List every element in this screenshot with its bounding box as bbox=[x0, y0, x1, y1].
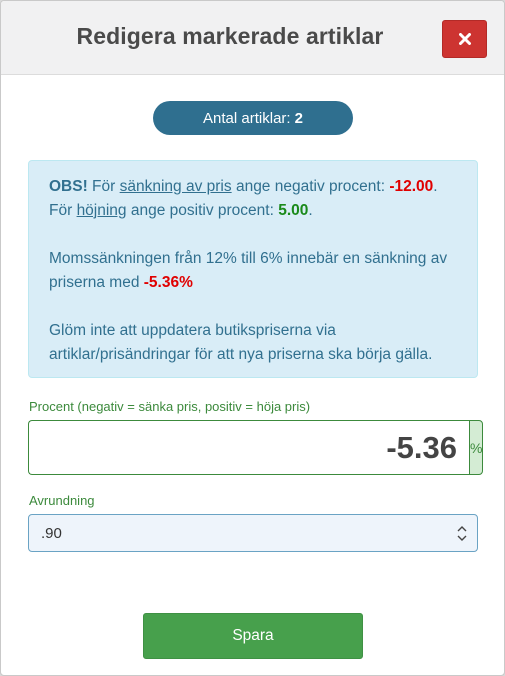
notice-text: För bbox=[49, 202, 77, 219]
select-chevrons-icon bbox=[456, 525, 468, 542]
rounding-field-label: Avrundning bbox=[29, 493, 95, 508]
close-icon bbox=[458, 33, 471, 45]
negative-example: -12.00 bbox=[389, 178, 434, 195]
notice-text: ange positiv procent: bbox=[126, 202, 279, 219]
notice-reminder: Glöm inte att uppdatera butikspriserna v… bbox=[49, 322, 433, 363]
close-button[interactable] bbox=[442, 20, 487, 58]
notice-text: . bbox=[433, 178, 438, 195]
percent-addon: % bbox=[469, 420, 484, 475]
percent-field-label: Procent (negativ = sänka pris, positiv =… bbox=[29, 399, 311, 414]
info-notice: OBS! För sänkning av pris ange negativ p… bbox=[28, 160, 478, 378]
notice-text: ange negativ procent: bbox=[231, 178, 390, 195]
vat-reduction-value: -5.36% bbox=[143, 274, 193, 291]
notice-decrease-line: OBS! För sänkning av pris ange negativ p… bbox=[49, 175, 457, 199]
percent-input-group: % bbox=[28, 420, 484, 475]
save-button[interactable]: Spara bbox=[143, 613, 363, 659]
positive-example: 5.00 bbox=[278, 202, 309, 219]
article-count-badge: Antal artiklar: 2 bbox=[153, 101, 353, 135]
rounding-select[interactable]: .90 bbox=[28, 514, 478, 552]
article-count-value: 2 bbox=[294, 109, 303, 127]
notice-obs: OBS! bbox=[49, 178, 88, 195]
article-count-label: Antal artiklar: bbox=[203, 109, 291, 127]
decrease-price-term: sänkning av pris bbox=[119, 178, 232, 195]
notice-text: För bbox=[87, 178, 120, 195]
increase-price-term: höjning bbox=[76, 202, 127, 219]
rounding-selected-value: .90 bbox=[41, 525, 62, 542]
edit-articles-dialog: Redigera markerade artiklar Antal artikl… bbox=[0, 0, 505, 676]
dialog-title: Redigera markerade artiklar bbox=[76, 23, 384, 49]
notice-text: Momssänkningen från 12% till 6% innebär … bbox=[49, 250, 448, 291]
notice-vat-line: Momssänkningen från 12% till 6% innebär … bbox=[49, 247, 457, 295]
percent-input[interactable] bbox=[28, 420, 469, 475]
dialog-header: Redigera markerade artiklar bbox=[1, 1, 504, 75]
notice-text: . bbox=[308, 202, 313, 219]
notice-increase-line: För höjning ange positiv procent: 5.00. bbox=[49, 199, 457, 223]
